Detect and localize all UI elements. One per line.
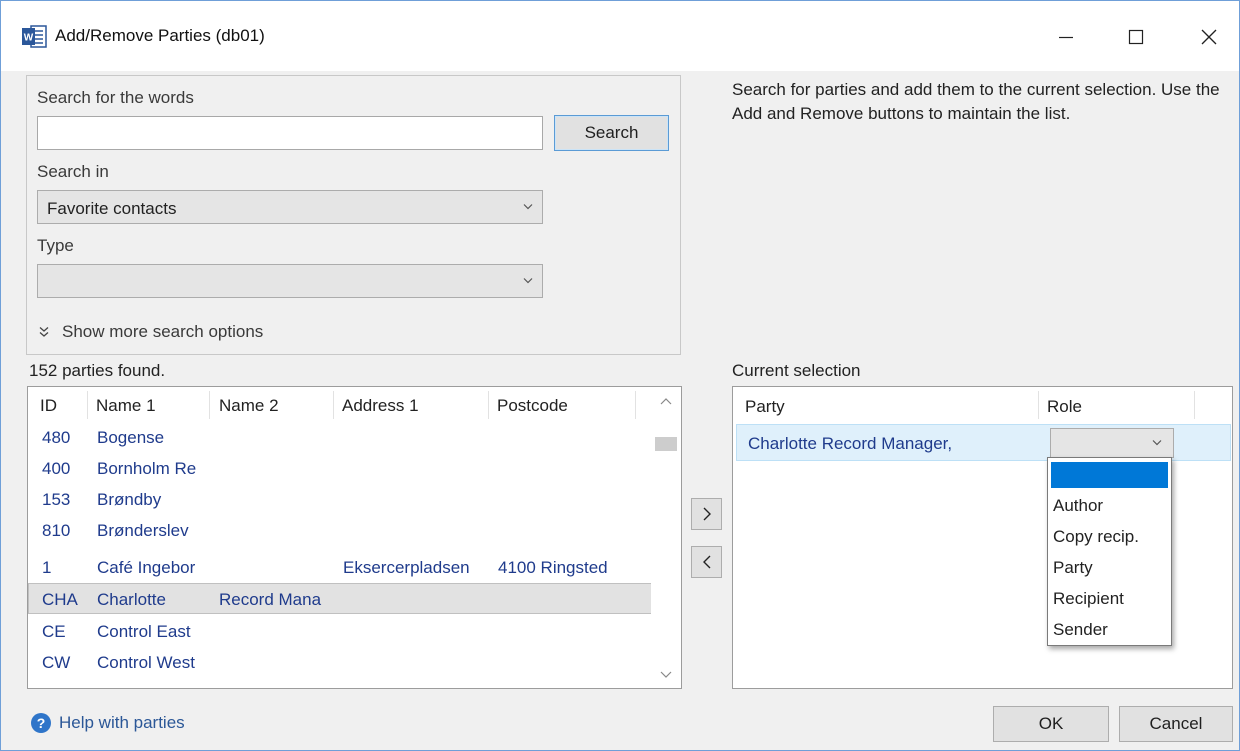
cell-party: Charlotte Record Manager,	[748, 434, 953, 453]
show-more-options-link[interactable]: Show more search options	[38, 322, 263, 342]
show-more-options-label: Show more search options	[62, 322, 264, 341]
add-button[interactable]	[691, 498, 722, 530]
type-label: Type	[37, 236, 74, 255]
cell-address1: Eksercerpladsen	[343, 558, 470, 577]
search-in-label: Search in	[37, 162, 109, 181]
search-in-value: Favorite contacts	[47, 199, 177, 218]
role-option-sender[interactable]: Sender	[1051, 620, 1168, 646]
cell-id: CW	[42, 653, 71, 672]
title-bar[interactable]: W Add/Remove Parties (db01)	[1, 1, 1239, 71]
role-dropdown-menu: Author Copy recip. Party Recipient Sende…	[1047, 457, 1172, 646]
cell-name1: Charlotte	[97, 590, 166, 609]
cell-name1: Control West	[97, 653, 195, 672]
search-panel: Search for the words Search Search in Fa…	[26, 75, 681, 355]
parties-list-header: ID Name 1 Name 2 Address 1 Postcode	[28, 387, 648, 423]
column-divider	[87, 391, 88, 419]
cell-name1: Brøndby	[97, 490, 162, 509]
cell-id: 1	[42, 558, 52, 577]
cell-postcode: 4100 Ringsted	[498, 558, 608, 577]
window-title: Add/Remove Parties (db01)	[55, 26, 265, 45]
role-option-copy-recip[interactable]: Copy recip.	[1051, 527, 1168, 553]
ok-button[interactable]: OK	[993, 706, 1109, 742]
cancel-button[interactable]: Cancel	[1119, 706, 1233, 742]
role-option-recipient[interactable]: Recipient	[1051, 589, 1168, 615]
column-divider	[1038, 391, 1039, 419]
cell-id: CHA	[42, 590, 78, 609]
minimize-icon	[1059, 36, 1073, 39]
chevron-down-icon	[523, 204, 533, 210]
search-words-label: Search for the words	[37, 88, 194, 107]
cell-name1: Bogense	[97, 428, 165, 447]
selection-list-header: Party Role	[733, 387, 1228, 423]
column-divider	[333, 391, 334, 419]
dialog-window: W Add/Remove Parties (db01) Search for t…	[0, 0, 1240, 751]
cell-name1: Control East	[97, 622, 191, 641]
help-link[interactable]: ? Help with parties	[31, 713, 185, 733]
cell-id: 480	[42, 428, 71, 447]
table-row[interactable]: CW Control West	[28, 647, 652, 678]
role-option-author[interactable]: Author	[1051, 496, 1168, 522]
results-count: 152 parties found.	[29, 361, 166, 380]
table-row[interactable]: 1 Café Ingebor Eksercerpladsen 4100 Ring…	[28, 552, 652, 583]
maximize-button[interactable]	[1113, 15, 1159, 59]
search-button[interactable]: Search	[554, 115, 669, 151]
selection-row[interactable]: Charlotte Record Manager,	[736, 424, 1231, 461]
scrollbar-thumb[interactable]	[655, 437, 677, 451]
chevron-down-icon	[1152, 440, 1162, 446]
table-row[interactable]: 153 Brøndby	[28, 484, 652, 515]
chevron-down-icon	[523, 278, 533, 284]
search-in-select[interactable]: Favorite contacts	[37, 190, 543, 224]
maximize-icon	[1128, 29, 1144, 45]
chevron-right-icon	[703, 507, 711, 521]
cell-name1: Brønderslev	[97, 521, 189, 540]
minimize-button[interactable]	[1043, 15, 1089, 59]
column-divider	[209, 391, 210, 419]
cell-id: 810	[42, 521, 71, 540]
column-header-address1[interactable]: Address 1	[342, 396, 419, 416]
instructions-text: Search for parties and add them to the c…	[732, 80, 1220, 123]
table-row[interactable]: 810 Brønderslev	[28, 515, 652, 546]
cell-id: 153	[42, 490, 71, 509]
help-icon: ?	[31, 713, 51, 733]
role-option-empty[interactable]	[1051, 462, 1168, 488]
vertical-scrollbar[interactable]	[651, 387, 681, 688]
column-divider	[635, 391, 636, 419]
column-header-id[interactable]: ID	[40, 396, 57, 416]
table-row-selected[interactable]: CHA Charlotte Record Mana	[28, 583, 652, 614]
role-select[interactable]	[1050, 428, 1174, 458]
current-selection-label: Current selection	[732, 361, 861, 380]
table-row[interactable]: 480 Bogense	[28, 422, 652, 453]
cell-id: 400	[42, 459, 71, 478]
role-option-party[interactable]: Party	[1051, 558, 1168, 584]
scroll-down-icon[interactable]	[660, 671, 672, 679]
column-header-name2[interactable]: Name 2	[219, 396, 279, 416]
scroll-up-icon[interactable]	[660, 397, 672, 405]
chevron-left-icon	[702, 555, 710, 569]
column-divider	[488, 391, 489, 419]
cell-name1: Bornholm Re	[97, 459, 197, 478]
word-icon: W	[22, 25, 47, 48]
cell-name1: Café Ingebor	[97, 558, 196, 577]
cell-name2: Record Mana	[219, 590, 322, 609]
type-select[interactable]	[37, 264, 543, 298]
double-chevron-down-icon	[39, 327, 49, 337]
close-button[interactable]	[1186, 15, 1232, 59]
search-input[interactable]	[37, 116, 543, 150]
column-header-role[interactable]: Role	[1047, 397, 1082, 417]
parties-list[interactable]: ID Name 1 Name 2 Address 1 Postcode 480 …	[27, 386, 682, 689]
help-link-label: Help with parties	[59, 713, 185, 732]
table-row[interactable]: 400 Bornholm Re	[28, 453, 652, 484]
column-divider	[1194, 391, 1195, 419]
column-header-name1[interactable]: Name 1	[96, 396, 156, 416]
table-row[interactable]: CE Control East	[28, 616, 652, 647]
close-icon	[1201, 29, 1217, 45]
column-header-party[interactable]: Party	[745, 397, 785, 417]
column-header-postcode[interactable]: Postcode	[497, 396, 568, 416]
svg-text:W: W	[24, 33, 34, 44]
remove-button[interactable]	[691, 546, 722, 578]
cell-id: CE	[42, 622, 66, 641]
